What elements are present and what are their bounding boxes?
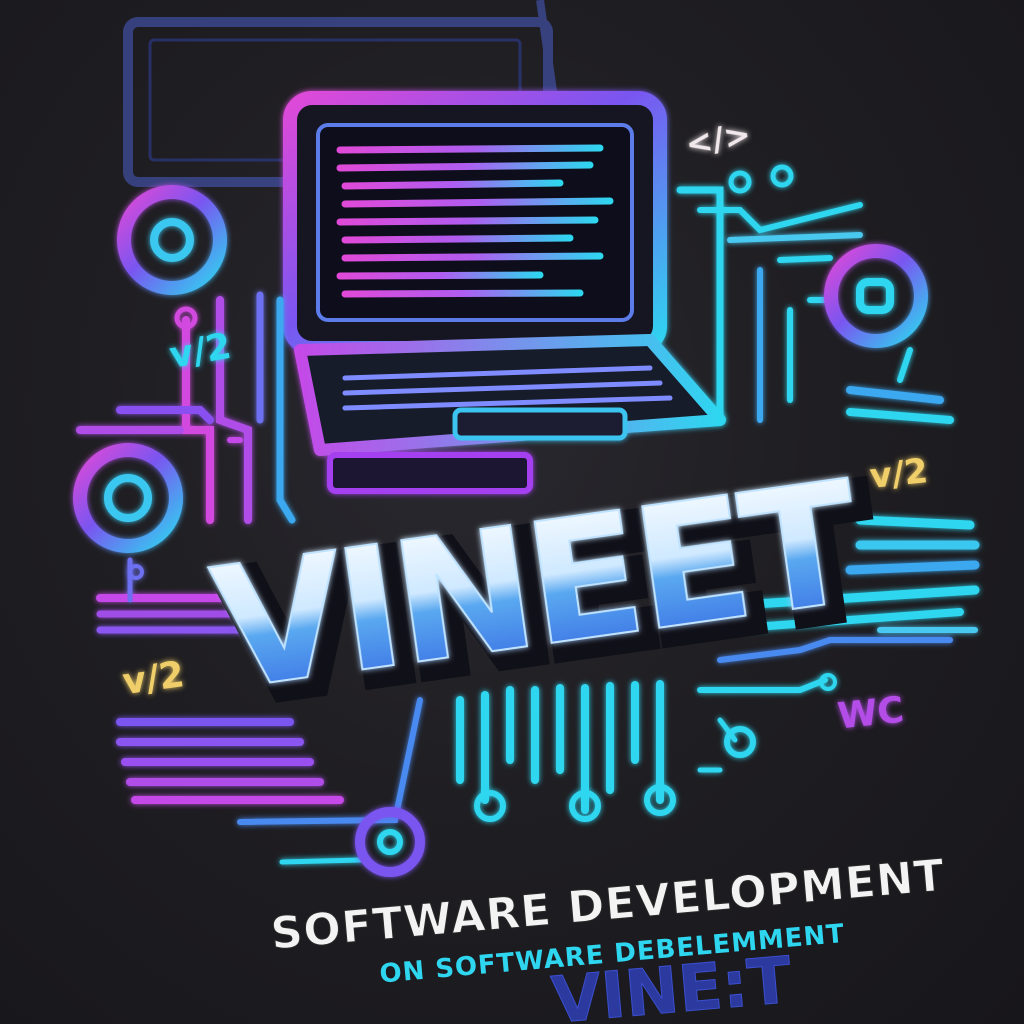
pad-dot <box>770 164 794 188</box>
node-ring-icon <box>117 185 227 295</box>
pad-dot <box>728 170 752 194</box>
pad-dot <box>128 564 144 580</box>
node-ring-icon <box>824 244 928 348</box>
code-tag: v/2 <box>166 326 234 377</box>
code-tag: v/2 <box>868 451 930 497</box>
logo-canvas: VINEET VINEET v/2 v/2 v/2 </> WC SOFTWAR… <box>0 0 1024 1024</box>
logo-artwork: VINEET VINEET v/2 v/2 v/2 </> WC SOFTWAR… <box>73 0 980 1024</box>
pad-dot <box>474 790 506 822</box>
node-ring-icon <box>73 443 183 553</box>
laptop-icon <box>283 91 726 494</box>
code-tag: v/2 <box>120 654 187 703</box>
code-tag: </> <box>683 115 754 164</box>
pad-dot <box>724 726 756 758</box>
taglines: SOFTWARE DEVELOPMENT ON SOFTWARE DEBELEM… <box>268 850 947 1024</box>
code-tag: WC <box>836 690 906 738</box>
brand-wordmark: VINEET VINEET <box>202 443 892 748</box>
